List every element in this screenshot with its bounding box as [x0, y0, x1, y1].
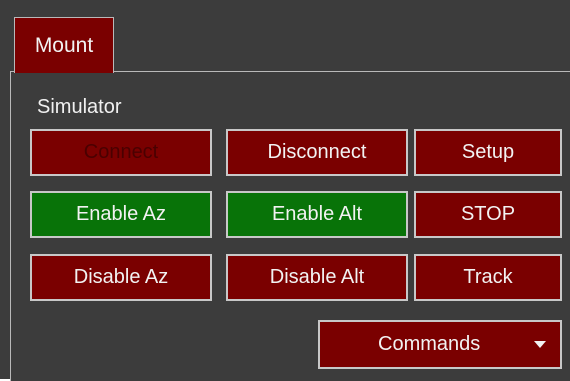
- enable-alt-button[interactable]: Enable Alt: [226, 191, 408, 238]
- enable-alt-button-label: Enable Alt: [271, 203, 363, 225]
- disable-az-button-label: Disable Az: [73, 266, 169, 288]
- disconnect-button[interactable]: Disconnect: [226, 129, 408, 176]
- disable-alt-button-label: Disable Alt: [269, 266, 365, 288]
- mount-control-window: Mount Simulator Connect Disconnect Setup…: [0, 0, 570, 381]
- track-button-label: Track: [463, 266, 513, 288]
- simulator-label: Simulator: [37, 96, 122, 118]
- disable-az-button[interactable]: Disable Az: [30, 254, 212, 301]
- tab-mount-label: Mount: [34, 33, 94, 57]
- connect-button-label: Connect: [83, 141, 159, 163]
- chevron-down-icon: [534, 341, 546, 348]
- commands-dropdown[interactable]: Commands: [318, 320, 562, 369]
- enable-az-button-label: Enable Az: [75, 203, 167, 225]
- tab-strip: Mount: [0, 0, 570, 73]
- disconnect-button-label: Disconnect: [267, 141, 367, 163]
- setup-button-label: Setup: [461, 141, 515, 163]
- setup-button[interactable]: Setup: [414, 129, 562, 176]
- enable-az-button[interactable]: Enable Az: [30, 191, 212, 238]
- stop-button[interactable]: STOP: [414, 191, 562, 238]
- disable-alt-button[interactable]: Disable Alt: [226, 254, 408, 301]
- stop-button-label: STOP: [460, 203, 516, 225]
- tab-mount[interactable]: Mount: [14, 17, 114, 73]
- commands-dropdown-label: Commands: [378, 333, 481, 355]
- track-button[interactable]: Track: [414, 254, 562, 301]
- connect-button[interactable]: Connect: [30, 129, 212, 176]
